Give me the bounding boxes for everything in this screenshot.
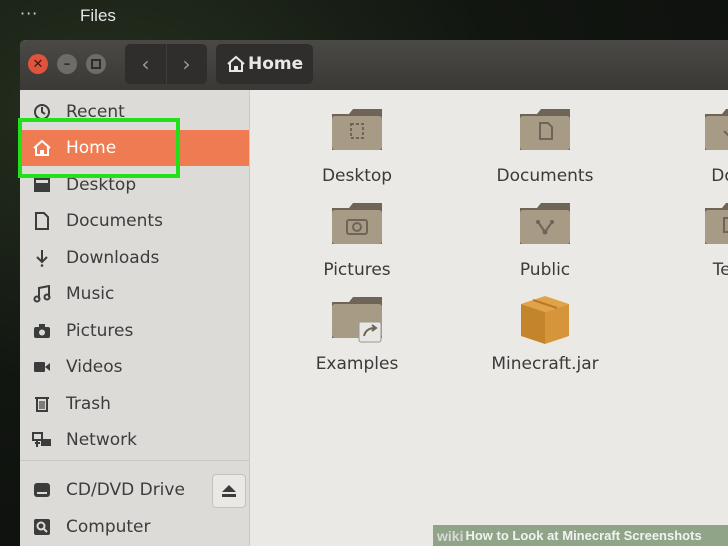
sidebar-item-label: Pictures: [66, 321, 134, 341]
document-icon: [32, 211, 52, 231]
file-label: Examples: [315, 354, 399, 374]
close-button[interactable]: ✕: [28, 54, 48, 74]
chevron-right-icon: ›: [182, 52, 191, 76]
sidebar-item-label: Documents: [66, 211, 163, 231]
sidebar-item-music[interactable]: Music: [20, 276, 249, 312]
file-label: Public: [519, 260, 571, 280]
music-icon: [32, 284, 52, 304]
watermark-brand: wiki: [437, 527, 464, 544]
home-icon: [227, 55, 245, 72]
file-label: Minecraft.jar: [491, 354, 599, 374]
folder-documents-icon: [520, 109, 570, 150]
file-item-examples[interactable]: Examples: [282, 292, 432, 374]
file-item-public[interactable]: Public: [470, 198, 620, 280]
folder-templates-icon: [705, 203, 728, 244]
folder-downloads-icon: [705, 109, 728, 150]
file-item-pictures[interactable]: Pictures: [282, 198, 432, 280]
sidebar-item-label: Trash: [66, 394, 111, 414]
sidebar-separator: [20, 460, 249, 461]
sidebar-item-pictures[interactable]: Pictures: [20, 313, 249, 349]
minimize-button[interactable]: –: [57, 54, 77, 74]
folder-desktop-icon: [332, 109, 382, 150]
activities-menu[interactable]: ···: [20, 4, 38, 23]
minimize-icon: –: [63, 56, 71, 72]
sidebar-item-label: Downloads: [66, 248, 160, 268]
sidebar-item-videos[interactable]: Videos: [20, 349, 249, 385]
file-label: Desktop: [321, 166, 393, 186]
file-item-documents[interactable]: Documents: [470, 104, 620, 186]
sidebar-item-label: Computer: [66, 517, 151, 537]
watermark: wiki How to Look at Minecraft Screenshot…: [433, 525, 728, 546]
file-item-desktop[interactable]: Desktop: [282, 104, 432, 186]
path-bar-home[interactable]: Home: [216, 44, 314, 84]
eject-icon: [222, 485, 236, 497]
sidebar-item-network[interactable]: Network: [20, 422, 249, 458]
app-menu-title[interactable]: Files: [80, 6, 116, 26]
file-grid: Desktop Documents Dow Pictures Public Te…: [250, 90, 728, 546]
sidebar-item-label: Music: [66, 284, 115, 304]
sidebar-item-label: Videos: [66, 357, 123, 377]
video-icon: [32, 357, 52, 377]
file-item-downloads[interactable]: Dow: [655, 104, 728, 186]
top-panel: ··· Files: [0, 0, 728, 36]
watermark-text: How to Look at Minecraft Screenshots: [465, 528, 702, 543]
file-label: Tem: [712, 260, 728, 280]
eject-button[interactable]: [212, 474, 246, 508]
network-icon: [32, 430, 52, 450]
file-item-templates[interactable]: Tem: [655, 198, 728, 280]
file-label: Dow: [711, 166, 728, 186]
chevron-left-icon: ‹: [141, 52, 150, 76]
sidebar-item-documents[interactable]: Documents: [20, 203, 249, 239]
folder-public-icon: [520, 203, 570, 244]
sidebar-item-label: Network: [66, 430, 137, 450]
file-label: Documents: [496, 166, 594, 186]
sidebar-item-label: CD/DVD Drive: [66, 480, 185, 500]
download-icon: [32, 248, 52, 268]
path-label: Home: [248, 54, 304, 74]
file-label: Pictures: [323, 260, 391, 280]
maximize-button[interactable]: [86, 54, 106, 74]
back-button[interactable]: ‹: [125, 44, 167, 84]
forward-button[interactable]: ›: [166, 44, 207, 84]
close-icon: ✕: [32, 56, 44, 72]
sidebar-item-label: Desktop: [66, 175, 137, 195]
file-item-minecraft-jar[interactable]: Minecraft.jar: [470, 292, 620, 374]
sidebar-item-trash[interactable]: Trash: [20, 386, 249, 422]
desktop-icon: [32, 175, 52, 195]
package-icon: [521, 296, 569, 344]
folder-link-icon: [332, 297, 382, 343]
trash-icon: [32, 394, 52, 414]
navigation-buttons: ‹ ›: [125, 44, 207, 84]
highlight-box: [18, 118, 180, 178]
disc-icon: [32, 480, 52, 500]
sidebar-item-computer[interactable]: Computer: [20, 509, 249, 545]
files-window: ✕ – ‹ › Home Recent Home Desktop Documen: [20, 40, 728, 546]
folder-pictures-icon: [332, 203, 382, 244]
maximize-icon: [91, 59, 101, 69]
header-bar: ✕ – ‹ › Home: [20, 40, 728, 90]
camera-icon: [32, 321, 52, 341]
sidebar-item-downloads[interactable]: Downloads: [20, 240, 249, 276]
computer-icon: [32, 517, 52, 537]
